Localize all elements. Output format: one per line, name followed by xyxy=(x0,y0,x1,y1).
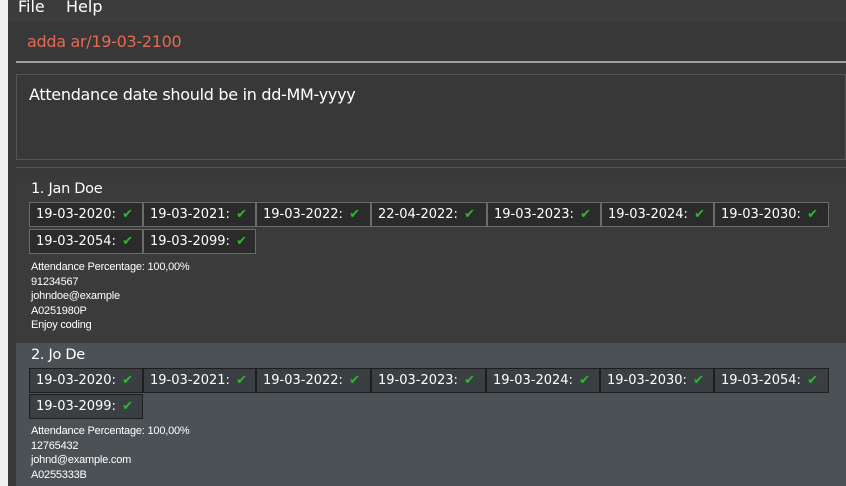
checkmark-icon: ✔ xyxy=(579,373,590,388)
desktop-edge xyxy=(0,0,8,486)
checkmark-icon: ✔ xyxy=(122,207,133,222)
phone: 91234567 xyxy=(31,275,79,288)
attendance-date: 22-04-2022: xyxy=(378,207,458,222)
checkmark-icon: ✔ xyxy=(580,207,591,222)
menu-help[interactable]: Help xyxy=(66,0,102,16)
person-details: Attendance Percentage: 100,00% 12765432 … xyxy=(31,424,190,482)
attendance-chip: 19-03-2099: ✔ xyxy=(29,394,143,419)
attendance-date: 19-03-2020: xyxy=(36,373,116,388)
attendance-date: 19-03-2030: xyxy=(721,207,801,222)
attendance-chip: 19-03-2024: ✔ xyxy=(601,202,714,227)
attendance-chip: 19-03-2030: ✔ xyxy=(714,202,829,227)
attendance-chip: 19-03-2023: ✔ xyxy=(487,202,601,227)
attendance-chip: 19-03-2022: ✔ xyxy=(256,368,371,393)
attendance-chip: 19-03-2023: ✔ xyxy=(371,368,486,393)
attendance-chip: 19-03-2020: ✔ xyxy=(29,202,143,227)
attendance-chip: 19-03-2022: ✔ xyxy=(256,202,371,227)
checkmark-icon: ✔ xyxy=(122,373,133,388)
result-message: Attendance date should be in dd-MM-yyyy xyxy=(29,85,356,104)
checkmark-icon: ✔ xyxy=(236,207,247,222)
checkmark-icon: ✔ xyxy=(122,234,133,249)
attendance-chip: 19-03-2024: ✔ xyxy=(486,368,600,393)
attendance-chip: 19-03-2030: ✔ xyxy=(600,368,714,393)
attendance-chip: 19-03-2054: ✔ xyxy=(29,229,143,254)
person-name: 1. Jan Doe xyxy=(31,181,103,197)
attendance-chip: 19-03-2020: ✔ xyxy=(29,368,143,393)
attendance-date: 19-03-2099: xyxy=(150,234,230,249)
checkmark-icon: ✔ xyxy=(122,399,133,414)
attendance-chip: 19-03-2054: ✔ xyxy=(714,368,829,393)
attendance-date: 19-03-2020: xyxy=(36,207,116,222)
attendance-date: 19-03-2023: xyxy=(378,373,458,388)
attendance-chip: 22-04-2022: ✔ xyxy=(371,202,487,227)
checkmark-icon: ✔ xyxy=(464,373,475,388)
email: johndoe@example xyxy=(31,290,120,303)
checkmark-icon: ✔ xyxy=(807,207,818,222)
attendance-date: 19-03-2021: xyxy=(150,373,230,388)
person-card-selected[interactable]: 2. Jo De 19-03-2020: ✔ 19-03-2021: ✔ 19-… xyxy=(16,343,846,486)
command-input[interactable]: adda ar/19-03-2100 xyxy=(16,25,846,63)
attendance-percentage: Attendance Percentage: 100,00% xyxy=(31,425,190,437)
matric-number: A0255333B xyxy=(31,468,87,481)
remark: Enjoy coding xyxy=(31,319,92,332)
attendance-chip: 19-03-2099: ✔ xyxy=(143,229,256,254)
checkmark-icon: ✔ xyxy=(236,234,247,249)
checkmark-icon: ✔ xyxy=(694,207,705,222)
checkmark-icon: ✔ xyxy=(236,373,247,388)
attendance-date: 19-03-2023: xyxy=(494,207,574,222)
attendance-date: 19-03-2022: xyxy=(263,207,343,222)
app-window: File Help adda ar/19-03-2100 Attendance … xyxy=(8,0,846,486)
attendance-date: 19-03-2021: xyxy=(150,207,230,222)
attendance-chip: 19-03-2021: ✔ xyxy=(143,202,256,227)
attendance-date: 19-03-2024: xyxy=(493,373,573,388)
attendance-percentage: Attendance Percentage: 100,00% xyxy=(31,261,190,273)
menu-bar: File Help xyxy=(8,0,846,22)
attendance-date: 19-03-2054: xyxy=(721,373,801,388)
attendance-chip: 19-03-2021: ✔ xyxy=(143,368,256,393)
checkmark-icon: ✔ xyxy=(464,207,475,222)
checkmark-icon: ✔ xyxy=(693,373,704,388)
checkmark-icon: ✔ xyxy=(807,373,818,388)
phone: 12765432 xyxy=(31,439,79,452)
person-details: Attendance Percentage: 100,00% 91234567 … xyxy=(31,260,190,333)
result-display: Attendance date should be in dd-MM-yyyy xyxy=(16,74,846,160)
attendance-date: 19-03-2024: xyxy=(608,207,688,222)
attendance-date: 19-03-2054: xyxy=(36,234,116,249)
attendance-date: 19-03-2099: xyxy=(36,399,116,414)
attendance-date: 19-03-2022: xyxy=(263,373,343,388)
person-card[interactable]: 1. Jan Doe 19-03-2020: ✔ 19-03-2021: ✔ 1… xyxy=(16,177,846,343)
checkmark-icon: ✔ xyxy=(349,207,360,222)
menu-file[interactable]: File xyxy=(18,0,45,16)
email: johnd@example.com xyxy=(31,454,132,467)
person-name: 2. Jo De xyxy=(31,347,85,363)
attendance-date: 19-03-2030: xyxy=(607,373,687,388)
matric-number: A0251980P xyxy=(31,304,87,317)
command-input-text: adda ar/19-03-2100 xyxy=(27,32,182,51)
checkmark-icon: ✔ xyxy=(349,373,360,388)
person-list[interactable]: 1. Jan Doe 19-03-2020: ✔ 19-03-2021: ✔ 1… xyxy=(16,167,846,486)
